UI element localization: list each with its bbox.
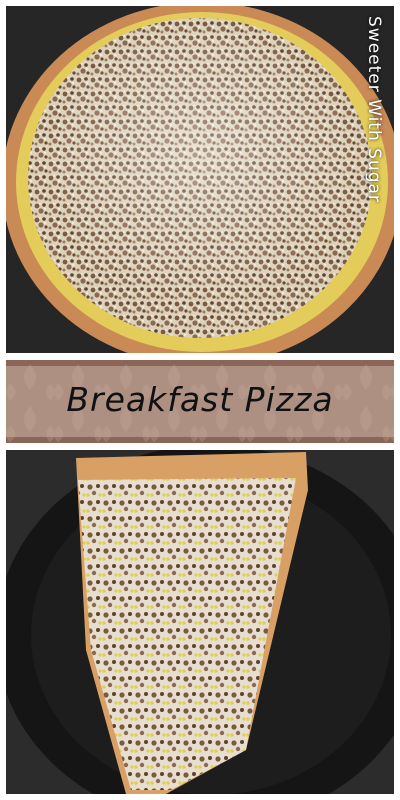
watermark-text: Sweeter With Sugar [364,16,384,203]
pizza-slice-photo [6,450,394,794]
page-title: Breakfast Pizza [66,380,334,419]
pizza-slice-image [6,450,394,794]
title-banner: Breakfast Pizza [6,360,394,443]
whole-pizza-photo: Sweeter With Sugar [6,6,394,353]
whole-pizza-image [6,6,394,353]
